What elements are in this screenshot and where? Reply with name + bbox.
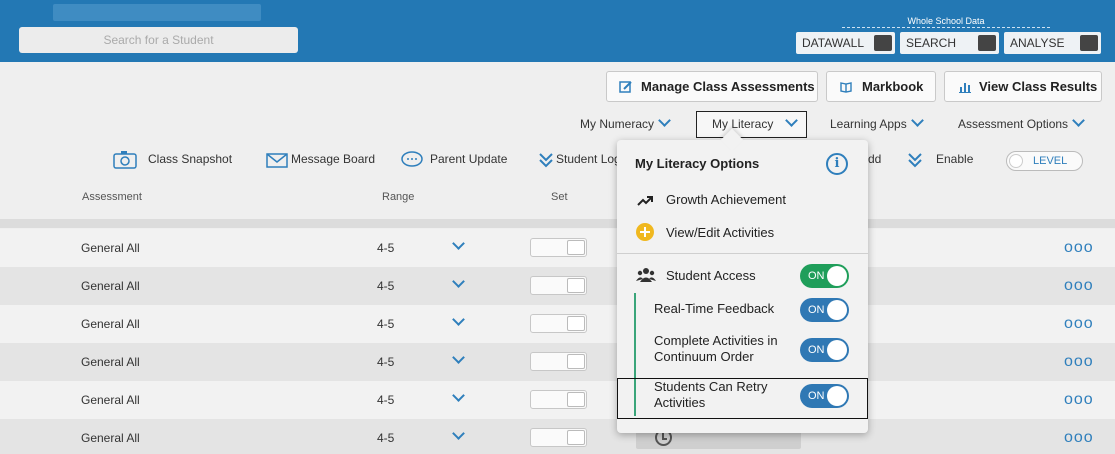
view-class-results-button[interactable]: View Class Results: [944, 71, 1102, 102]
table-row: General All 4-5 ooo: [0, 343, 1115, 381]
student-access-toggle[interactable]: ON: [800, 264, 849, 288]
datawall-toggle-knob: [874, 35, 892, 51]
column-header-set: Set: [551, 191, 568, 203]
range-chevron-icon[interactable]: [452, 313, 465, 326]
assessment-options-menu[interactable]: Assessment Options: [958, 114, 1085, 131]
users-icon: [636, 268, 656, 282]
retry-highlight-box: [617, 378, 868, 419]
more-options-icon[interactable]: ooo: [1064, 429, 1094, 447]
double-chevron-down-icon: [539, 153, 553, 168]
range-chevron-icon[interactable]: [452, 427, 465, 440]
more-options-icon[interactable]: ooo: [1064, 315, 1094, 333]
set-switch[interactable]: [530, 352, 587, 371]
school-name-placeholder: [53, 4, 261, 21]
double-chevron-down-icon: [908, 153, 922, 168]
bar-chart-icon: [959, 83, 971, 93]
table-row: General All 4-5 ooo: [0, 229, 1115, 267]
continuum-order-toggle[interactable]: ON: [800, 338, 849, 362]
level-toggle[interactable]: LEVEL: [1006, 151, 1083, 171]
plus-circle-icon: [636, 223, 654, 241]
set-switch[interactable]: [530, 314, 587, 333]
level-toggle-knob: [1009, 154, 1023, 168]
edit-icon: [619, 81, 632, 93]
column-header-range: Range: [382, 191, 415, 203]
set-switch[interactable]: [530, 276, 587, 295]
info-icon[interactable]: i: [826, 153, 848, 175]
range-chevron-icon[interactable]: [452, 237, 465, 250]
book-icon: [840, 82, 852, 93]
set-switch[interactable]: [530, 238, 587, 257]
whole-school-divider: [842, 27, 1050, 28]
table-row: General All 4-5 ooo: [0, 305, 1115, 343]
learning-apps-menu[interactable]: Learning Apps: [830, 114, 924, 131]
whole-school-data-label: Whole School Data: [907, 16, 985, 26]
parent-update-link[interactable]: Parent Update: [430, 152, 507, 166]
datawall-button[interactable]: DATAWALL: [796, 32, 895, 54]
real-time-feedback-toggle[interactable]: ON: [800, 298, 849, 322]
analyse-toggle-knob: [1080, 35, 1098, 51]
growth-achievement-item[interactable]: Growth Achievement: [666, 192, 786, 207]
column-header-assessment: Assessment: [82, 191, 142, 203]
my-literacy-menu[interactable]: My Literacy: [712, 114, 799, 131]
chat-bubble-icon: [401, 151, 423, 167]
chevron-down-icon: [658, 114, 671, 127]
student-search-input[interactable]: Search for a Student: [19, 27, 298, 53]
enable-link[interactable]: Enable: [936, 152, 973, 166]
camera-icon: [113, 151, 137, 169]
trend-up-icon: [637, 196, 653, 206]
class-snapshot-link[interactable]: Class Snapshot: [148, 152, 232, 166]
chevron-down-icon: [1072, 114, 1085, 127]
markbook-button[interactable]: Markbook: [826, 71, 936, 102]
real-time-feedback-item: Real-Time Feedback: [654, 301, 775, 316]
complete-activities-item: Complete Activities in Continuum Order: [654, 333, 778, 364]
table-row: General All 4-5 ooo: [0, 381, 1115, 419]
range-chevron-icon[interactable]: [452, 351, 465, 364]
view-edit-activities-item[interactable]: View/Edit Activities: [666, 225, 774, 240]
table-row: General All 4-5 ooo: [0, 419, 1115, 454]
envelope-icon: [266, 153, 288, 168]
more-options-icon[interactable]: ooo: [1064, 239, 1094, 257]
manage-class-assessments-button[interactable]: Manage Class Assessments: [606, 71, 818, 102]
range-chevron-icon[interactable]: [452, 389, 465, 402]
table-row: General All 4-5 ooo: [0, 267, 1115, 305]
more-options-icon[interactable]: ooo: [1064, 353, 1094, 371]
dropdown-title: My Literacy Options: [635, 156, 760, 171]
my-numeracy-menu[interactable]: My Numeracy: [580, 114, 671, 131]
search-button[interactable]: SEARCH: [900, 32, 999, 54]
dropdown-divider: [617, 253, 868, 254]
student-log-link[interactable]: Student Log: [556, 152, 621, 166]
analyse-button[interactable]: ANALYSE: [1004, 32, 1101, 54]
chevron-down-icon: [785, 114, 799, 127]
more-options-icon[interactable]: ooo: [1064, 391, 1094, 409]
chevron-down-icon: [910, 114, 924, 127]
set-switch[interactable]: [530, 390, 587, 409]
search-toggle-knob: [978, 35, 996, 51]
add-link[interactable]: dd: [868, 152, 881, 166]
more-options-icon[interactable]: ooo: [1064, 277, 1094, 295]
table-header-divider: [0, 219, 1115, 228]
range-chevron-icon[interactable]: [452, 275, 465, 288]
student-access-item: Student Access: [666, 268, 756, 283]
app-header: Search for a Student Whole School Data D…: [0, 0, 1115, 62]
set-switch[interactable]: [530, 428, 587, 447]
message-board-link[interactable]: Message Board: [291, 152, 375, 166]
